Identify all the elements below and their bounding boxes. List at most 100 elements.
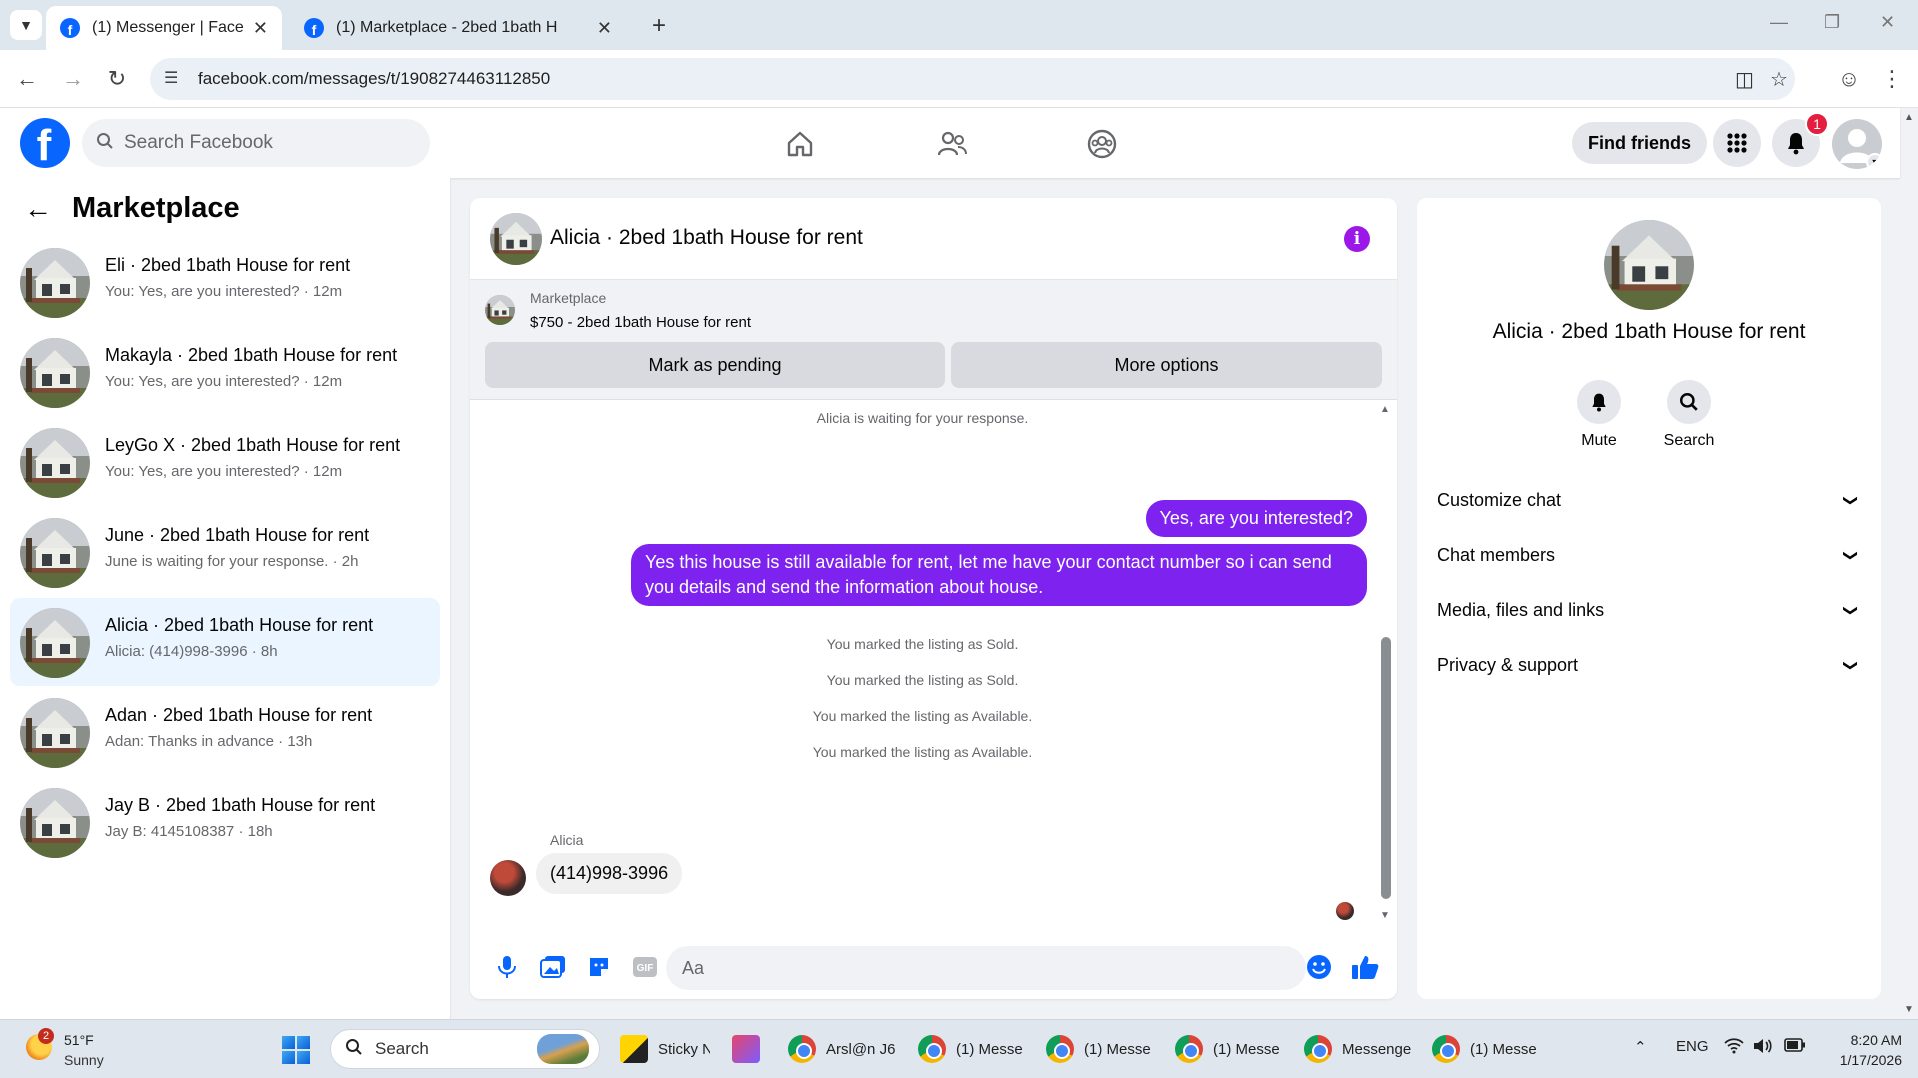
sender-avatar[interactable]: [490, 860, 526, 896]
find-friends-button[interactable]: Find friends: [1572, 122, 1707, 164]
system-message: You marked the listing as Available.: [812, 708, 1033, 724]
outgoing-message[interactable]: Yes this house is still available for re…: [631, 544, 1367, 606]
more-options-button[interactable]: More options: [951, 342, 1382, 388]
chat-title[interactable]: Alicia · 2bed 1bath House for rent: [550, 226, 863, 250]
page-scroll-down-icon[interactable]: ▼: [1904, 1004, 1914, 1015]
restore-icon[interactable]: ❐: [1824, 12, 1840, 33]
taskbar-app-snipping-tool[interactable]: [732, 1029, 768, 1069]
taskbar-app-chrome-messenger-2[interactable]: (1) Messe: [1046, 1029, 1152, 1069]
conversation-item-makayla[interactable]: Makayla · 2bed 1bath House for rent You:…: [10, 328, 440, 416]
show-hidden-icons-chevron-icon[interactable]: ⌃: [1634, 1038, 1647, 1056]
browser-menu-icon[interactable]: ⋮: [1875, 62, 1909, 96]
page-scroll-up-icon[interactable]: ▲: [1904, 112, 1914, 123]
thread-scrollbar-thumb[interactable]: [1381, 637, 1391, 899]
input-language[interactable]: ENG: [1676, 1038, 1709, 1055]
taskbar-search[interactable]: Search: [330, 1029, 600, 1069]
menu-grid-icon[interactable]: [1713, 119, 1761, 167]
minimize-icon[interactable]: —: [1770, 12, 1788, 33]
facebook-search-box[interactable]: [82, 119, 430, 167]
details-title: Alicia · 2bed 1bath House for rent: [1492, 320, 1806, 343]
search-in-conversation-button[interactable]: Search: [1649, 380, 1729, 450]
conversation-item-jay-b[interactable]: Jay B · 2bed 1bath House for rent Jay B:…: [10, 778, 440, 866]
taskbar-app-chrome-messenger-5[interactable]: (1) Messe: [1432, 1029, 1542, 1069]
sidebar-header: ← Marketplace: [24, 192, 240, 225]
listing-banner-thumbnail[interactable]: [485, 295, 515, 325]
conversation-item-june[interactable]: June · 2bed 1bath House for rent June is…: [10, 508, 440, 596]
thumbs-up-icon[interactable]: [1350, 952, 1380, 982]
scroll-up-icon[interactable]: ▲: [1380, 404, 1390, 415]
taskbar-app-chrome-messenger-1[interactable]: (1) Messe: [918, 1029, 1024, 1069]
taskbar-search-label: Search: [375, 1039, 429, 1058]
friends-icon[interactable]: [932, 124, 972, 164]
info-icon[interactable]: i: [1344, 226, 1370, 252]
system-message: You marked the listing as Available.: [812, 744, 1033, 760]
customize-chat-section[interactable]: Customize chat ❯: [1437, 480, 1867, 520]
system-message: You marked the listing as Sold.: [826, 672, 1019, 688]
bell-icon: [1577, 380, 1621, 424]
conversation-item-leygo[interactable]: LeyGo X · 2bed 1bath House for rent You:…: [10, 418, 440, 506]
outgoing-message[interactable]: Yes, are you interested?: [1145, 500, 1367, 537]
tab-search-dropdown[interactable]: ▼: [10, 10, 42, 40]
taskbar-app-chrome-messenger-4[interactable]: Messenge: [1304, 1029, 1420, 1069]
listing-banner: Marketplace $750 - 2bed 1bath House for …: [470, 280, 1397, 400]
mute-button[interactable]: Mute: [1559, 380, 1639, 450]
listing-price-title[interactable]: $750 - 2bed 1bath House for rent: [530, 314, 751, 331]
chat-panel: Alicia · 2bed 1bath House for rent i Mar…: [470, 198, 1397, 999]
mark-as-pending-button[interactable]: Mark as pending: [485, 342, 945, 388]
system-clock[interactable]: 8:20 AM 1/17/2026: [1826, 1030, 1902, 1070]
taskbar-app-chrome-arslan[interactable]: Arsl@n J6: [788, 1029, 918, 1069]
listing-photo[interactable]: [1604, 220, 1694, 310]
address-bar[interactable]: ☰ facebook.com/messages/t/19082744631128…: [150, 58, 1795, 100]
message-input[interactable]: [666, 946, 1306, 990]
chrome-icon: [1432, 1035, 1460, 1063]
site-settings-icon[interactable]: ☰: [164, 68, 178, 88]
sticker-icon[interactable]: [584, 952, 614, 982]
tab-title: (1) Marketplace - 2bed 1bath H: [336, 19, 558, 36]
close-tab-icon[interactable]: ✕: [597, 18, 612, 39]
install-app-icon[interactable]: ◫: [1735, 67, 1754, 92]
url-text[interactable]: facebook.com/messages/t/1908274463112850: [198, 69, 550, 89]
microphone-icon[interactable]: [492, 952, 522, 982]
facebook-logo-icon[interactable]: f: [20, 118, 70, 168]
listing-thumbnail: [20, 788, 90, 858]
weather-temperature[interactable]: 51°F: [64, 1032, 94, 1048]
chat-members-section[interactable]: Chat members ❯: [1437, 535, 1867, 575]
weather-condition[interactable]: Sunny: [64, 1052, 104, 1068]
browser-tab-strip: ▼ f (1) Messenger | Facebook ✕ f (1) Mar…: [0, 0, 1918, 50]
search-input[interactable]: [124, 132, 404, 154]
taskbar-app-sticky-notes[interactable]: Sticky N: [620, 1029, 710, 1069]
groups-icon[interactable]: [1082, 124, 1122, 164]
bookmark-star-icon[interactable]: ☆: [1770, 67, 1788, 92]
chevron-down-icon[interactable]: ▼: [1866, 153, 1882, 169]
media-files-links-section[interactable]: Media, files and links ❯: [1437, 590, 1867, 630]
close-tab-icon[interactable]: ✕: [253, 18, 268, 39]
emoji-icon[interactable]: [1304, 952, 1334, 982]
conversation-item-alicia[interactable]: Alicia · 2bed 1bath House for rent Alici…: [10, 598, 440, 686]
incoming-message[interactable]: (414)998-3996: [536, 853, 683, 894]
gif-icon[interactable]: GIF: [630, 952, 660, 982]
scroll-down-icon[interactable]: ▼: [1380, 910, 1390, 921]
home-icon[interactable]: [780, 124, 820, 164]
chat-listing-thumbnail[interactable]: [490, 213, 542, 265]
browser-tab-messenger[interactable]: f (1) Messenger | Facebook ✕: [46, 6, 282, 50]
privacy-support-section[interactable]: Privacy & support ❯: [1437, 645, 1867, 685]
taskbar-app-chrome-messenger-3[interactable]: (1) Messe: [1175, 1029, 1281, 1069]
volume-icon[interactable]: [1752, 1038, 1772, 1058]
waiting-notice: Alicia is waiting for your response.: [816, 410, 1029, 426]
listing-thumbnail: [20, 338, 90, 408]
reload-icon[interactable]: ↻: [100, 62, 134, 96]
close-window-icon[interactable]: ✕: [1880, 12, 1895, 33]
back-arrow-icon[interactable]: ←: [24, 193, 52, 225]
conversation-item-adan[interactable]: Adan · 2bed 1bath House for rent Adan: T…: [10, 688, 440, 776]
profile-icon[interactable]: ☺: [1832, 62, 1866, 96]
battery-icon[interactable]: [1784, 1038, 1806, 1056]
conversation-item-eli[interactable]: Eli · 2bed 1bath House for rent You: Yes…: [10, 238, 440, 326]
account-avatar[interactable]: ▼: [1832, 119, 1882, 169]
windows-start-icon[interactable]: [282, 1036, 310, 1064]
wifi-icon[interactable]: [1724, 1038, 1744, 1058]
forward-icon[interactable]: →: [56, 62, 90, 96]
browser-tab-marketplace[interactable]: f (1) Marketplace - 2bed 1bath H ✕: [290, 6, 626, 50]
back-icon[interactable]: ←: [10, 62, 44, 96]
photo-icon[interactable]: [538, 952, 568, 982]
new-tab-icon[interactable]: +: [652, 12, 666, 40]
